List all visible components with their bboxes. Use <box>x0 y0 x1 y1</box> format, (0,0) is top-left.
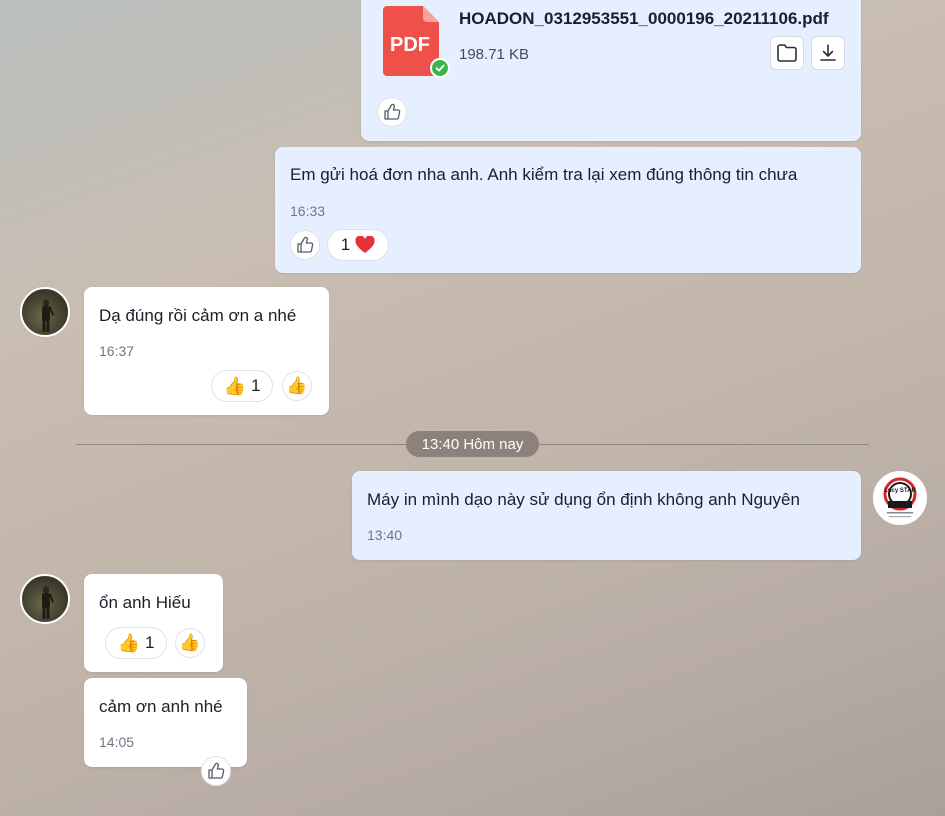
date-divider: 13:40 Hôm nay <box>406 431 539 457</box>
download-icon <box>820 44 836 61</box>
reaction-summary[interactable]: 👍 1 <box>105 627 167 659</box>
like-icon <box>297 236 314 253</box>
folder-icon <box>777 44 797 62</box>
like-button[interactable] <box>377 97 407 127</box>
download-button[interactable] <box>811 36 845 70</box>
message-text: Máy in mình dạo này sử dụng ổn định khôn… <box>367 490 800 509</box>
reaction-count: 1 <box>144 633 155 652</box>
thumbs-up-reaction-button[interactable]: 👍 <box>175 628 205 658</box>
like-icon <box>208 762 225 779</box>
message-time: 13:40 <box>367 527 403 543</box>
reaction-count: 1 <box>250 376 261 395</box>
thumbs-up-emoji-icon: 👍 <box>286 376 308 395</box>
like-button[interactable] <box>290 230 320 260</box>
their-message-bubble: Dạ đúng rồi cảm ơn a nhé 16:37 👍 1 👍 <box>84 287 329 415</box>
pdf-label: PDF <box>390 34 430 56</box>
reaction-count: 1 <box>340 235 351 254</box>
their-message-bubble: cảm ơn anh nhé 14:05 <box>84 678 247 786</box>
message-text: ổn anh Hiếu <box>99 593 191 612</box>
message-text: cảm ơn anh nhé <box>99 697 223 716</box>
pdf-file-icon[interactable]: PDF <box>383 6 450 78</box>
message-text: Em gửi hoá đơn nha anh. Anh kiểm tra lại… <box>290 165 798 184</box>
my-message-bubble: Máy in mình dạo này sử dụng ổn định khôn… <box>352 471 861 560</box>
like-button[interactable] <box>201 756 231 786</box>
message-time: 14:05 <box>99 734 135 750</box>
file-name[interactable]: HOADON_0312953551_0000196_20211106.pdf <box>459 9 829 29</box>
file-size: 198.71 KB <box>459 46 530 63</box>
thumbs-up-reaction-button[interactable]: 👍 <box>282 371 312 401</box>
heart-icon <box>355 236 375 253</box>
thumbs-up-emoji-icon: 👍 <box>179 633 201 652</box>
reaction-summary[interactable]: 1 <box>327 229 389 261</box>
my-avatar[interactable]: Lucy STAR <box>873 471 927 525</box>
check-badge-icon <box>430 58 450 78</box>
contact-avatar[interactable] <box>20 287 70 337</box>
message-time: 16:37 <box>99 343 135 359</box>
file-message-bubble: PDF HOADON_0312953551_0000196_20211106.p… <box>361 0 861 141</box>
thumbs-up-emoji-icon: 👍 <box>117 632 140 653</box>
reaction-summary[interactable]: 👍 1 <box>211 370 273 402</box>
like-icon <box>384 103 401 120</box>
message-text: Dạ đúng rồi cảm ơn a nhé <box>99 306 297 325</box>
my-message-bubble: Em gửi hoá đơn nha anh. Anh kiểm tra lại… <box>275 147 861 273</box>
thumbs-up-emoji-icon: 👍 <box>223 375 246 396</box>
contact-avatar[interactable] <box>20 574 70 624</box>
their-message-bubble: ổn anh Hiếu 👍 1 👍 <box>84 574 223 672</box>
open-folder-button[interactable] <box>770 36 804 70</box>
message-time: 16:33 <box>290 203 326 219</box>
brand-logo-text: Lucy STAR <box>884 488 916 494</box>
